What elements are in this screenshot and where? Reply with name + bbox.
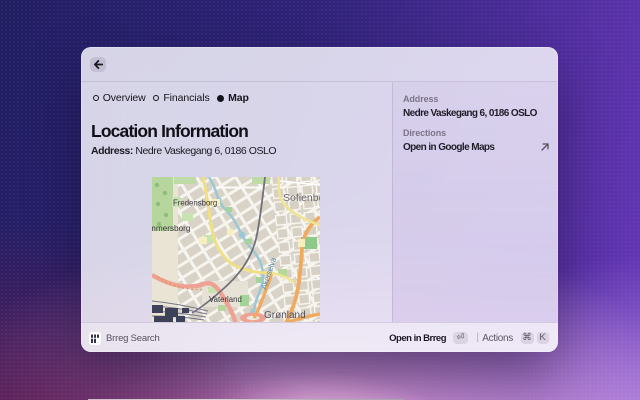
svg-text:Grønland: Grønland bbox=[264, 310, 306, 321]
svg-text:Fredensborg: Fredensborg bbox=[173, 199, 217, 208]
svg-text:Sofienbe: Sofienbe bbox=[283, 192, 320, 204]
svg-text:Vaterland: Vaterland bbox=[209, 295, 242, 304]
svg-text:mmersborg: mmersborg bbox=[152, 224, 191, 233]
